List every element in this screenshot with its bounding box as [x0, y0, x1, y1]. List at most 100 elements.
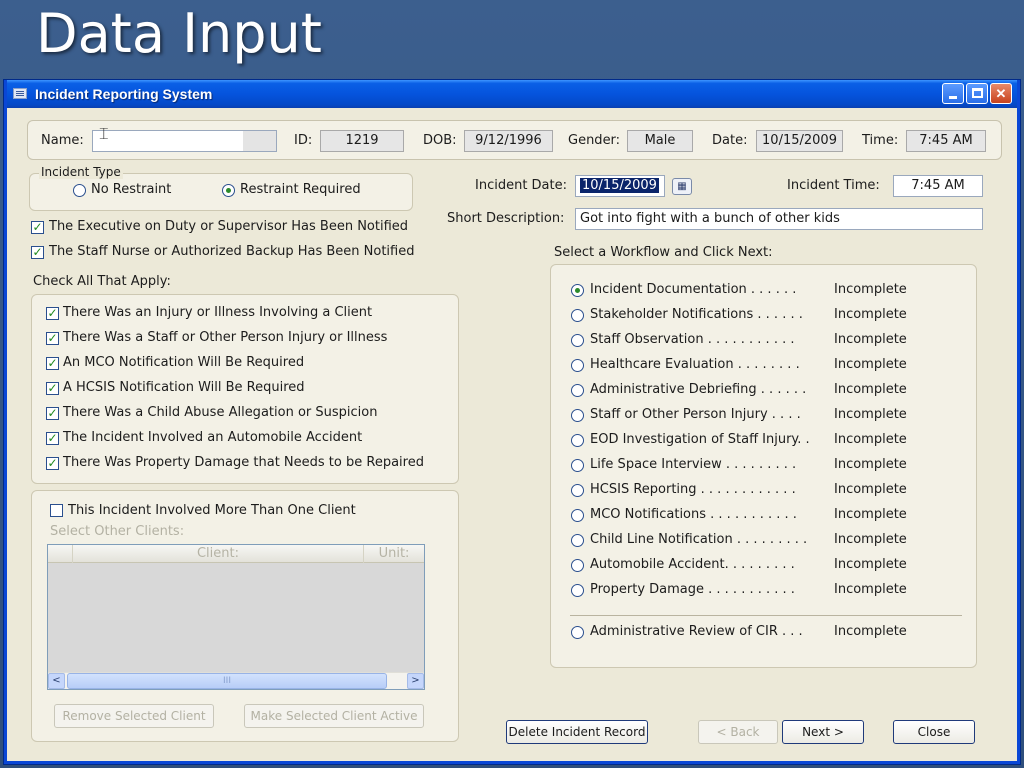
- workflow-item-label: MCO Notifications . . . . . . . . . . .: [590, 507, 797, 522]
- maximize-button[interactable]: [966, 83, 988, 104]
- back-button[interactable]: < Back: [698, 720, 778, 744]
- restraint-required-radio[interactable]: [222, 184, 235, 197]
- workflow-item-status: Incomplete: [834, 457, 907, 472]
- check-all-label: There Was Property Damage that Needs to …: [63, 455, 424, 470]
- workflow-radio[interactable]: [571, 509, 584, 522]
- incident-date-field[interactable]: 10/15/2009: [575, 175, 665, 197]
- remove-selected-client-button[interactable]: Remove Selected Client: [54, 704, 214, 728]
- scroll-right-icon[interactable]: >: [407, 673, 424, 689]
- workflow-radio[interactable]: [571, 459, 584, 472]
- workflow-item-status: Incomplete: [834, 332, 907, 347]
- workflow-radio[interactable]: [571, 584, 584, 597]
- close-window-button[interactable]: ✕: [990, 83, 1012, 104]
- more-than-one-client-label: This Incident Involved More Than One Cli…: [68, 503, 356, 518]
- workflow-item-label: Automobile Accident. . . . . . . . .: [590, 557, 795, 572]
- incident-time-field[interactable]: 7:45 AM: [893, 175, 983, 197]
- workflow-radio[interactable]: [571, 409, 584, 422]
- workflow-radio[interactable]: [571, 559, 584, 572]
- workflow-item-status: Incomplete: [834, 282, 907, 297]
- workflow-item-status: Incomplete: [834, 557, 907, 572]
- workflow-radio[interactable]: [571, 484, 584, 497]
- date-label: Date:: [712, 133, 748, 148]
- workflow-separator: [570, 615, 962, 616]
- unit-column-header[interactable]: Unit:: [364, 545, 424, 563]
- gender-value: Male: [627, 130, 693, 152]
- incident-time-label: Incident Time:: [787, 178, 880, 193]
- check-all-label: There Was an Injury or Illness Involving…: [63, 305, 373, 320]
- check-all-checkbox[interactable]: ✓: [46, 307, 59, 320]
- minimize-button[interactable]: [942, 83, 964, 104]
- more-than-one-client-checkbox[interactable]: [50, 504, 63, 517]
- nurse-notified-checkbox[interactable]: ✓: [31, 246, 44, 259]
- scroll-thumb[interactable]: III: [67, 673, 387, 689]
- executive-notified-label: The Executive on Duty or Supervisor Has …: [49, 219, 409, 234]
- check-all-label: An MCO Notification Will Be Required: [63, 355, 305, 370]
- workflow-radio[interactable]: [571, 534, 584, 547]
- workflow-radio[interactable]: [571, 309, 584, 322]
- workflow-radio[interactable]: [571, 434, 584, 447]
- workflow-item-status: Incomplete: [834, 482, 907, 497]
- delete-incident-button[interactable]: Delete Incident Record: [506, 720, 648, 744]
- gender-label: Gender:: [568, 133, 621, 148]
- workflow-item-label: HCSIS Reporting . . . . . . . . . . . .: [590, 482, 796, 497]
- check-all-label: The Incident Involved an Automobile Acci…: [63, 430, 363, 445]
- id-label: ID:: [294, 133, 313, 148]
- date-value: 10/15/2009: [756, 130, 843, 152]
- workflow-item-status: Incomplete: [834, 582, 907, 597]
- slide-title: Data Input: [36, 2, 322, 65]
- restraint-required-label: Restraint Required: [240, 182, 361, 197]
- workflow-item-status: Incomplete: [834, 407, 907, 422]
- check-all-checkbox[interactable]: ✓: [46, 457, 59, 470]
- make-client-active-button[interactable]: Make Selected Client Active: [244, 704, 424, 728]
- nurse-notified-label: The Staff Nurse or Authorized Backup Has…: [49, 244, 415, 259]
- time-value: 7:45 AM: [906, 130, 986, 152]
- text-cursor-icon: ⌶: [99, 124, 109, 143]
- clients-list-header: Client: Unit:: [48, 545, 424, 563]
- executive-notified-checkbox[interactable]: ✓: [31, 221, 44, 234]
- workflow-item-label: Staff or Other Person Injury . . . .: [590, 407, 801, 422]
- short-description-field[interactable]: Got into fight with a bunch of other kid…: [575, 208, 983, 230]
- workflow-item-label: Stakeholder Notifications . . . . . .: [590, 307, 803, 322]
- workflow-item-label: Life Space Interview . . . . . . . . .: [590, 457, 797, 472]
- clients-listbox[interactable]: Client: Unit: < III >: [47, 544, 425, 690]
- admin-review-radio[interactable]: [571, 626, 584, 639]
- client-column-header[interactable]: Client:: [72, 545, 364, 563]
- workflow-item-status: Incomplete: [834, 432, 907, 447]
- incident-type-legend: Incident Type: [39, 165, 123, 179]
- workflow-item-label: EOD Investigation of Staff Injury. .: [590, 432, 810, 447]
- check-all-checkbox[interactable]: ✓: [46, 382, 59, 395]
- check-all-checkbox[interactable]: ✓: [46, 332, 59, 345]
- name-field[interactable]: [92, 130, 277, 152]
- workflow-item-status: Incomplete: [834, 357, 907, 372]
- check-all-checkbox[interactable]: ✓: [46, 357, 59, 370]
- workflow-item-label: Incident Documentation . . . . . .: [590, 282, 797, 297]
- workflow-item-label: Healthcare Evaluation . . . . . . . .: [590, 357, 800, 372]
- workflow-item-status: Incomplete: [834, 307, 907, 322]
- workflow-radio[interactable]: [571, 284, 584, 297]
- form-content: Name: ⌶ ID: 1219 DOB: 9/12/1996 Gender: …: [7, 108, 1017, 761]
- check-all-checkbox[interactable]: ✓: [46, 407, 59, 420]
- workflow-radio[interactable]: [571, 384, 584, 397]
- dob-label: DOB:: [423, 133, 457, 148]
- check-all-checkbox[interactable]: ✓: [46, 432, 59, 445]
- check-all-label: There Was a Child Abuse Allegation or Su…: [63, 405, 378, 420]
- app-window: Incident Reporting System ✕ Name: ⌶ ID: …: [4, 80, 1020, 764]
- id-value: 1219: [320, 130, 404, 152]
- calendar-icon[interactable]: ▦: [672, 178, 692, 195]
- admin-review-label: Administrative Review of CIR . . .: [590, 624, 803, 639]
- no-restraint-radio[interactable]: [73, 184, 86, 197]
- workflow-radio[interactable]: [571, 359, 584, 372]
- no-restraint-label: No Restraint: [91, 182, 172, 197]
- admin-review-status: Incomplete: [834, 624, 907, 639]
- name-label: Name:: [41, 133, 84, 148]
- workflow-item-label: Property Damage . . . . . . . . . . .: [590, 582, 795, 597]
- horizontal-scrollbar[interactable]: < III >: [48, 672, 424, 689]
- close-button[interactable]: Close: [893, 720, 975, 744]
- next-button[interactable]: Next >: [782, 720, 864, 744]
- window-titlebar[interactable]: Incident Reporting System ✕: [7, 80, 1017, 108]
- workflow-item-label: Child Line Notification . . . . . . . . …: [590, 532, 808, 547]
- workflow-radio[interactable]: [571, 334, 584, 347]
- workflow-item-status: Incomplete: [834, 507, 907, 522]
- workflow-item-status: Incomplete: [834, 532, 907, 547]
- scroll-left-icon[interactable]: <: [48, 673, 65, 689]
